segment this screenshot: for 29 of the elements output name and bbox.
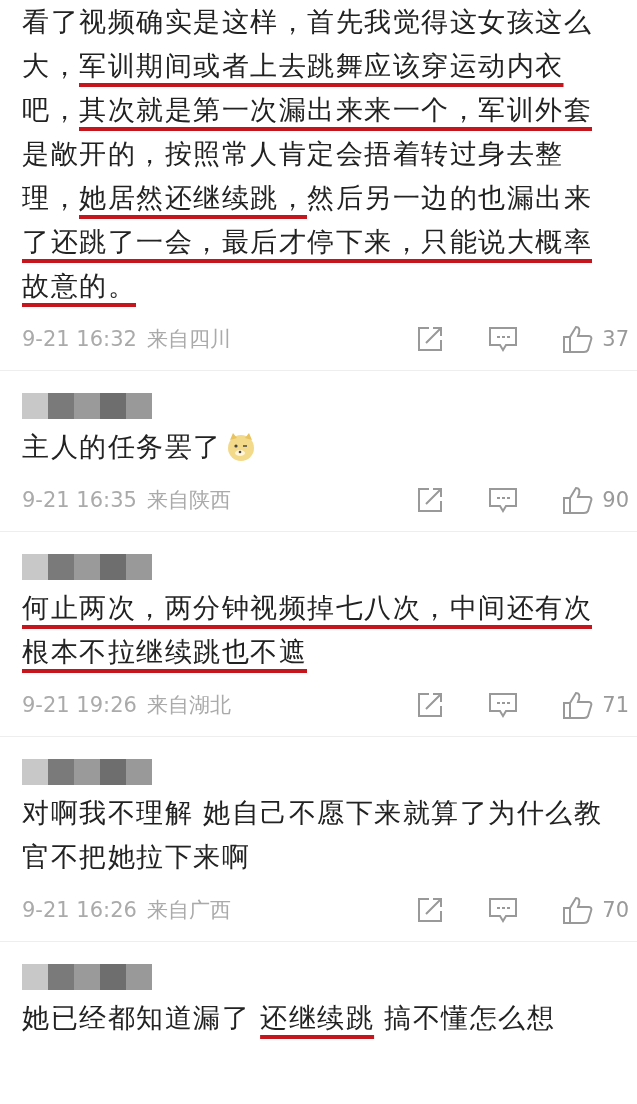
thumbs-up-icon[interactable] [562,895,595,925]
comment-text: 看了视频确实是这样，首先我觉得这女孩这么 大，军训期间或者上去跳舞应该穿运动内衣 吧，其次就是第一次漏出来来一个，军训外套 是敞开的，按照常人肯定会捂着转过身去整 理，她居然还继续跳，然后另一边的也漏出来 了还跳了一会，最后才停下来，只能说大概率 故意的。 [22,5,593,303]
comment-location: 来自广西 [146,897,231,924]
comment-location: 来自陕西 [146,487,231,514]
comment-text: 主人的任务罢了 [22,425,637,469]
thumbs-up-icon[interactable] [562,485,595,515]
comment-icon[interactable] [488,896,519,924]
thumbs-up-icon[interactable] [562,324,595,354]
comment-text: 她已经都知道漏了 还继续跳 搞不懂怎么想 [22,1001,557,1035]
comment-icon[interactable] [488,691,519,719]
comment-time: 9-21 16:32 [22,327,137,351]
comment-location: 来自湖北 [146,692,231,719]
share-icon[interactable] [416,896,445,924]
comment-text: 何止两次，两分钟视频掉七八次，中间还有次 根本不拉继续跳也不遮 [22,591,593,669]
like-count: 90 [602,488,629,512]
like-count: 70 [602,898,629,922]
share-icon[interactable] [416,486,445,514]
comment-icon[interactable] [488,325,519,353]
comment-time: 9-21 19:26 [22,693,137,717]
comment-location: 来自四川 [146,326,231,353]
like-count: 37 [602,327,629,351]
comment-time: 9-21 16:35 [22,488,137,512]
thumbs-up-icon[interactable] [562,690,595,720]
comment-time: 9-21 16:26 [22,898,137,922]
share-icon[interactable] [416,325,445,353]
like-count: 71 [602,693,629,717]
comment-text: 对啊我不理解 她自己不愿下来就算了为什么教 官不把她拉下来啊 [22,796,604,874]
comment-icon[interactable] [488,486,519,514]
share-icon[interactable] [416,691,445,719]
